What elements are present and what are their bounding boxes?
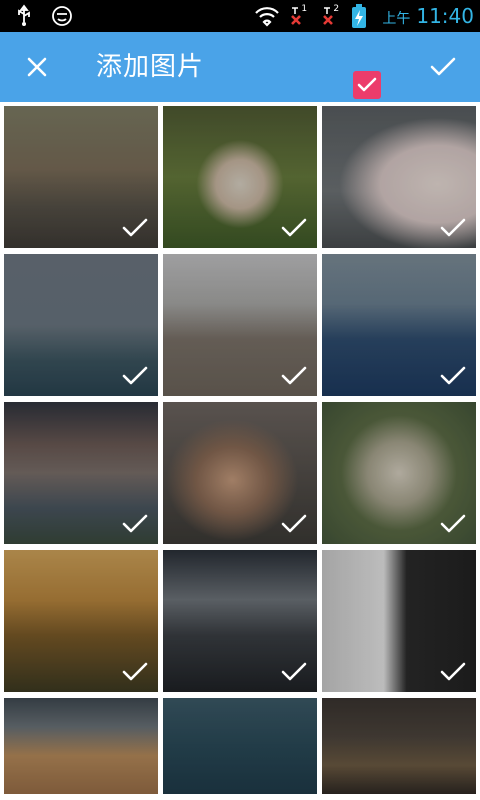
check-icon	[281, 514, 307, 533]
photo-tile[interactable]	[322, 550, 476, 692]
close-icon	[27, 57, 47, 77]
check-icon	[122, 662, 148, 681]
clock: 上午 11:40	[382, 4, 474, 28]
photo-tile[interactable]	[4, 698, 158, 794]
photo-tile[interactable]	[322, 698, 476, 794]
usb-icon	[12, 4, 36, 28]
photo-tile[interactable]	[163, 402, 317, 544]
check-icon	[440, 218, 466, 237]
photo-tile[interactable]	[322, 402, 476, 544]
photo-tile[interactable]	[322, 254, 476, 396]
time-label: 11:40	[416, 4, 474, 28]
sim-slot-label: 1	[301, 4, 308, 14]
check-icon	[281, 662, 307, 681]
check-icon	[122, 366, 148, 385]
check-icon	[122, 218, 148, 237]
close-button[interactable]	[18, 48, 56, 86]
select-all-checkbox[interactable]	[353, 71, 381, 99]
photo-tile[interactable]	[163, 698, 317, 794]
photo-tile[interactable]	[4, 550, 158, 692]
signal-icon: 2	[318, 4, 342, 28]
photo-tile[interactable]	[163, 550, 317, 692]
battery-charging-icon	[350, 4, 374, 28]
check-icon	[430, 57, 456, 76]
check-icon	[281, 366, 307, 385]
signal-icon: 1	[286, 4, 310, 28]
sim-slot-label: 2	[333, 4, 340, 14]
wifi-icon	[254, 4, 280, 28]
toolbar: 添加图片	[0, 32, 480, 102]
check-icon	[122, 514, 148, 533]
status-bar: 1 2 上午 11:40	[0, 0, 480, 32]
check-icon	[357, 77, 377, 92]
check-icon	[440, 662, 466, 681]
photo-tile[interactable]	[163, 254, 317, 396]
check-icon	[440, 366, 466, 385]
photo-grid-partial-row	[4, 698, 476, 794]
page-title: 添加图片	[96, 52, 205, 82]
confirm-button[interactable]	[424, 48, 462, 86]
check-icon	[440, 514, 466, 533]
photo-tile[interactable]	[163, 106, 317, 248]
ampm-label: 上午	[382, 11, 411, 27]
photo-grid	[4, 106, 476, 692]
photo-tile[interactable]	[4, 254, 158, 396]
check-icon	[281, 218, 307, 237]
photo-tile[interactable]	[4, 106, 158, 248]
photo-tile[interactable]	[322, 106, 476, 248]
emoji-icon	[50, 4, 74, 28]
photo-tile[interactable]	[4, 402, 158, 544]
